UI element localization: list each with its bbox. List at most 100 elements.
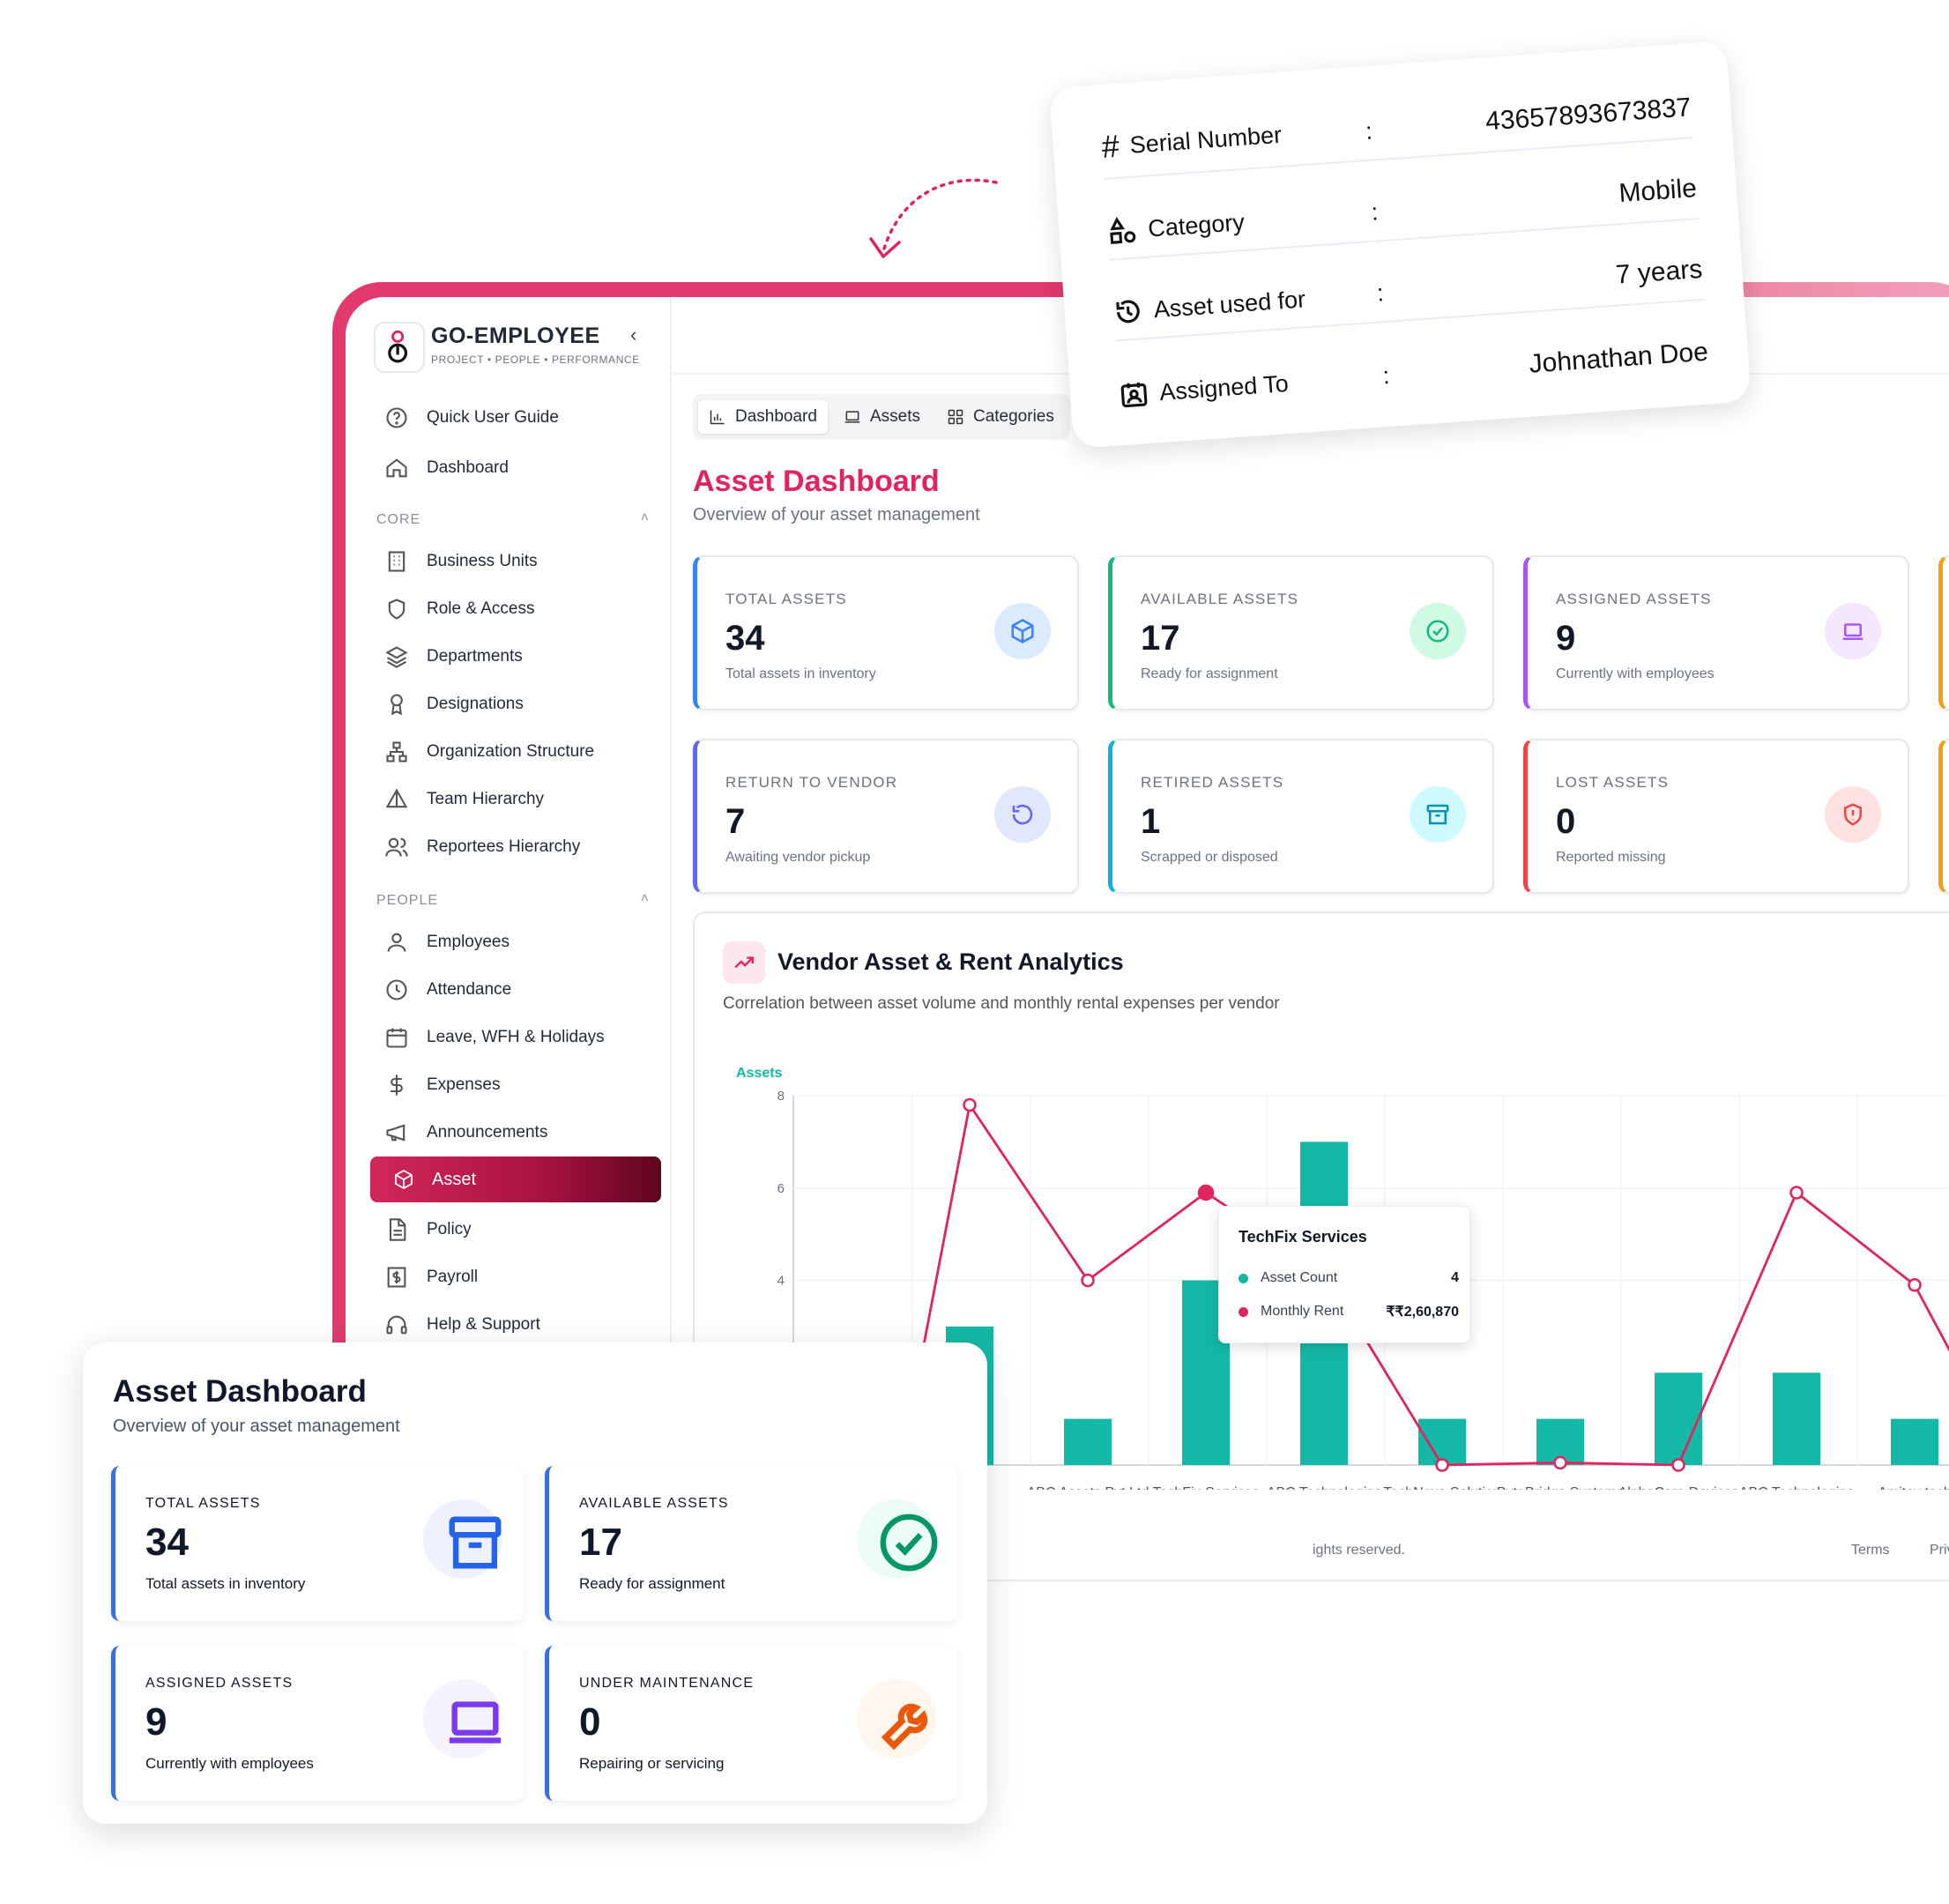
nav-business-units[interactable]: Business Units (384, 549, 538, 574)
laptop-icon (1825, 603, 1881, 659)
nav-label: Help & Support (427, 1315, 540, 1334)
nav-label: Announcements (427, 1123, 548, 1142)
tooltip-value: ₹₹2,60,870 (1386, 1305, 1459, 1320)
mini-card-sub: Ready for assignment (579, 1575, 725, 1592)
stat-label: RETURN TO VENDOR (725, 774, 898, 791)
footer-privacy-link[interactable]: Privac (1930, 1543, 1949, 1558)
stat-card-retired-assets[interactable]: RETIRED ASSETS 1 Scrapped or disposed (1108, 739, 1494, 894)
stat-value: 34 (725, 619, 765, 658)
award-icon (391, 694, 403, 716)
archive-icon (1410, 786, 1466, 843)
nav-payroll[interactable]: Payroll (384, 1265, 478, 1290)
mini-card-assigned-assets[interactable]: ASSIGNED ASSETS 9 Currently with employe… (111, 1646, 524, 1801)
stat-value: 9 (1556, 619, 1576, 658)
nav-label: Payroll (427, 1268, 479, 1286)
stat-label: LOST ASSETS (1556, 774, 1670, 791)
footer-rights: ights reserved. (1313, 1543, 1405, 1558)
pyramid-icon (385, 788, 408, 808)
rotate-icon (994, 786, 1051, 843)
headset-icon (386, 1315, 407, 1335)
nav-label: Employees (427, 933, 510, 951)
stat-card-total-assets[interactable]: TOTAL ASSETS 34 Total assets in inventor… (693, 555, 1079, 710)
dotted-arrow-decoration (869, 178, 998, 258)
footer-terms-link[interactable]: Terms (1851, 1543, 1890, 1558)
tab-dashboard[interactable]: Dashboard (698, 400, 828, 434)
mini-card-available-assets[interactable]: AVAILABLE ASSETS 17 Ready for assignment (545, 1466, 957, 1621)
stat-card-available-assets[interactable]: AVAILABLE ASSETS 17 Ready for assignment (1108, 555, 1494, 710)
legend-dot (1239, 1306, 1248, 1317)
users-icon (385, 837, 408, 857)
mini-title: Asset Dashboard (113, 1374, 367, 1409)
nav-role-access[interactable]: Role & Access (384, 597, 535, 621)
nav-expenses[interactable]: Expenses (384, 1073, 500, 1097)
nav-organization-structure[interactable]: Organization Structure (384, 740, 594, 764)
nav-leave-wfh-holidays[interactable]: Leave, WFH & Holidays (384, 1025, 605, 1050)
mini-card-total-assets[interactable]: TOTAL ASSETS 34 Total assets in inventor… (111, 1466, 524, 1621)
nav-departments[interactable]: Departments (384, 644, 523, 669)
nav-reportees-hierarchy[interactable]: Reportees Hierarchy (384, 835, 580, 859)
nav-label: Departments (427, 647, 523, 666)
legend-dot (1239, 1273, 1248, 1283)
history-icon (1116, 300, 1140, 324)
nav-label: Leave, WFH & Holidays (427, 1028, 605, 1046)
brand-name: GO-EMPLOYEE (431, 324, 600, 348)
mini-card-sub: Repairing or servicing (579, 1755, 725, 1772)
mini-card-label: ASSIGNED ASSETS (145, 1676, 294, 1691)
box-icon (395, 1169, 413, 1190)
stat-sub: Awaiting vendor pickup (725, 850, 871, 865)
logo-icon (388, 330, 408, 363)
analytics-title: Vendor Asset & Rent Analytics (777, 948, 1124, 975)
nav-attendance[interactable]: Attendance (384, 978, 511, 1002)
mini-card-label: TOTAL ASSETS (145, 1496, 261, 1511)
help-circle-icon (386, 407, 407, 428)
layers-icon (385, 646, 408, 668)
section-title: PEOPLE (376, 893, 439, 908)
mini-subtitle: Overview of your asset management (113, 1417, 400, 1436)
detail-value: 7 years (1614, 254, 1704, 290)
tab-bar: Dashboard Assets Categories (693, 394, 1070, 440)
brand-logo[interactable] (374, 322, 425, 373)
mini-card-label: UNDER MAINTENANCE (579, 1676, 755, 1691)
nav-dashboard[interactable]: Dashboard (384, 456, 509, 480)
nav-announcements[interactable]: Announcements (384, 1120, 547, 1145)
tab-assets[interactable]: Assets (833, 400, 931, 434)
bar-chart-icon (710, 410, 725, 425)
stat-value: 17 (1141, 619, 1180, 658)
nav-team-hierarchy[interactable]: Team Hierarchy (384, 787, 544, 812)
page-subtitle: Overview of your asset management (693, 505, 980, 524)
home-icon (386, 458, 407, 478)
nav-designations[interactable]: Designations (384, 692, 524, 717)
nav-quick-user-guide[interactable]: Quick User Guide (384, 405, 559, 430)
nav-help-support[interactable]: Help & Support (384, 1313, 540, 1337)
stat-value: 0 (1556, 802, 1576, 841)
tab-label: Dashboard (735, 407, 817, 426)
tooltip-value: 4 (1451, 1270, 1459, 1285)
stat-card-assigned-assets[interactable]: ASSIGNED ASSETS 9 Currently with employe… (1523, 555, 1909, 710)
page-title: Asset Dashboard (693, 465, 940, 498)
building-icon (388, 551, 405, 572)
collapse-sidebar-icon[interactable]: ‹ (630, 324, 636, 346)
stat-card-lost-assets[interactable]: LOST ASSETS 0 Reported missing (1523, 739, 1909, 894)
detail-value: 43657893673837 (1484, 93, 1692, 137)
mini-card-under-maintenance[interactable]: UNDER MAINTENANCE 0 Repairing or servici… (545, 1646, 957, 1801)
detail-value: Mobile (1618, 174, 1698, 209)
tab-label: Categories (972, 407, 1054, 426)
mini-card-sub: Currently with employees (145, 1755, 314, 1772)
mini-card-label: AVAILABLE ASSETS (579, 1496, 729, 1511)
section-core[interactable]: CORE ˄ (376, 510, 650, 528)
nav-asset[interactable]: Asset (370, 1157, 661, 1202)
stat-card-return-to-vendor[interactable]: RETURN TO VENDOR 7 Awaiting vendor picku… (693, 739, 1079, 894)
nav-label: Role & Access (427, 599, 535, 618)
nav-label: Attendance (427, 980, 512, 999)
tab-label: Assets (869, 407, 920, 426)
tooltip-label: Asset Count (1261, 1270, 1338, 1285)
section-people[interactable]: PEOPLE ˄ (376, 891, 650, 909)
contact-icon (1120, 382, 1148, 408)
stat-value: 7 (725, 802, 746, 841)
nav-employees[interactable]: Employees (384, 930, 510, 955)
check-circle-icon (880, 1514, 938, 1572)
document-icon (389, 1218, 406, 1241)
mini-card-value: 0 (579, 1700, 601, 1744)
nav-policy[interactable]: Policy (384, 1217, 472, 1242)
tab-categories[interactable]: Categories (936, 400, 1065, 434)
